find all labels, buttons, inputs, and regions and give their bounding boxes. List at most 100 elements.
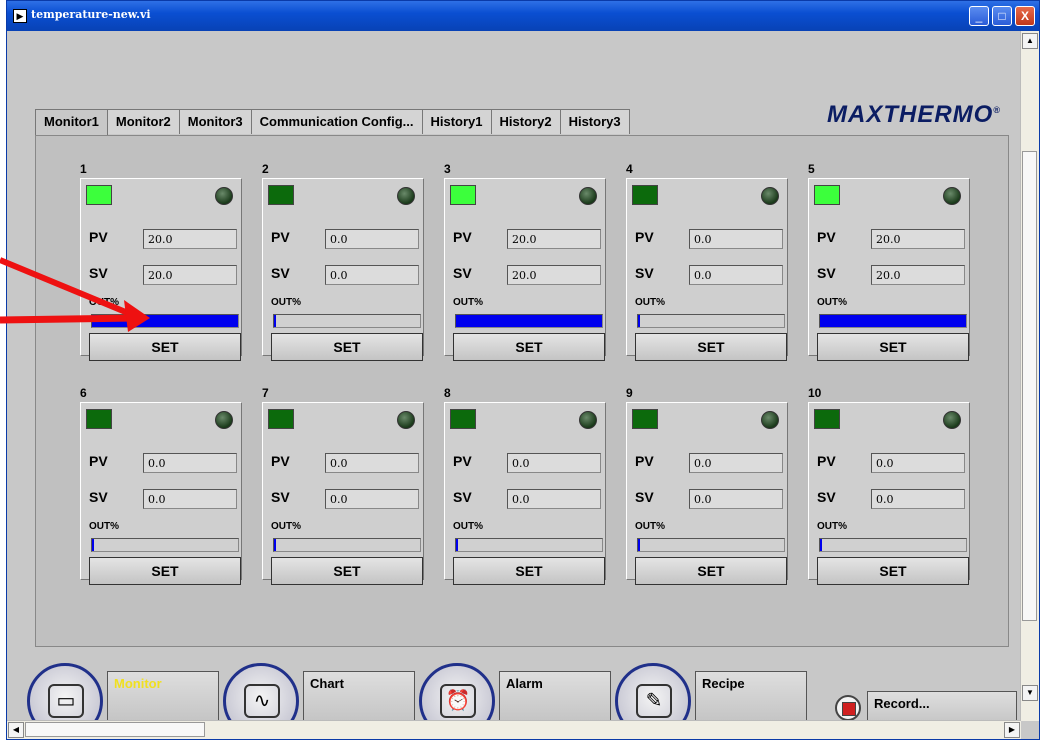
minimize-button[interactable]: _ xyxy=(969,6,989,26)
sv-label: SV xyxy=(271,489,290,505)
alarm-led-icon xyxy=(215,187,233,205)
sv-value-field[interactable]: 20.0 xyxy=(871,265,965,285)
run-status-indicator xyxy=(450,409,476,429)
tab-communication-config[interactable]: Communication Config... xyxy=(250,109,423,134)
controller-number: 7 xyxy=(262,386,269,400)
run-status-indicator xyxy=(268,185,294,205)
controller-number: 1 xyxy=(80,162,87,176)
pv-value-field: 20.0 xyxy=(871,229,965,249)
output-percent-bar xyxy=(819,538,967,552)
close-button[interactable]: X xyxy=(1015,6,1035,26)
title-bar[interactable]: ▶ temperature-new.vi _ □ X xyxy=(7,1,1039,31)
set-button[interactable]: SET xyxy=(635,557,787,585)
out-percent-label: OUT% xyxy=(817,297,847,308)
controller-10: 10 PV 0.0 SV 0.0 OUT% SET xyxy=(808,386,970,585)
alarm-led-icon xyxy=(397,411,415,429)
tab-monitor3[interactable]: Monitor3 xyxy=(178,109,252,134)
output-bar-fill xyxy=(456,539,458,551)
controller-6: 6 PV 0.0 SV 0.0 OUT% SET xyxy=(80,386,242,585)
run-status-indicator xyxy=(632,185,658,205)
output-percent-bar xyxy=(273,538,421,552)
horizontal-scrollbar[interactable]: ◀ ▶ xyxy=(7,720,1021,739)
set-button[interactable]: SET xyxy=(453,333,605,361)
sv-value-field[interactable]: 0.0 xyxy=(871,489,965,509)
output-bar-fill xyxy=(638,315,640,327)
output-percent-bar xyxy=(819,314,967,328)
scroll-down-arrow-icon[interactable]: ▼ xyxy=(1022,685,1038,701)
controller-card: PV 0.0 SV 0.0 OUT% SET xyxy=(262,402,424,585)
alarm-led-icon xyxy=(943,411,961,429)
run-status-indicator xyxy=(814,185,840,205)
set-button[interactable]: SET xyxy=(89,557,241,585)
sv-label: SV xyxy=(635,265,654,281)
sv-value-field[interactable]: 0.0 xyxy=(325,265,419,285)
out-percent-label: OUT% xyxy=(271,521,301,532)
controller-4: 4 PV 0.0 SV 0.0 OUT% SET xyxy=(626,162,788,361)
maximize-button[interactable]: □ xyxy=(992,6,1012,26)
output-percent-bar xyxy=(637,314,785,328)
monitor1-tab-panel: 1 PV 20.0 SV 20.0 OUT% SET 2 PV 0.0 SV 0.0 OUT% SET 3 P… xyxy=(35,135,1009,647)
scroll-right-arrow-icon[interactable]: ▶ xyxy=(1004,722,1020,738)
controller-8: 8 PV 0.0 SV 0.0 OUT% SET xyxy=(444,386,606,585)
tab-history3[interactable]: History3 xyxy=(559,109,630,134)
vertical-scrollbar[interactable]: ▲ ▼ xyxy=(1020,31,1039,721)
vi-front-panel: Monitor1 Monitor2 Monitor3 Communication Co… xyxy=(7,31,1021,739)
set-button[interactable]: SET xyxy=(635,333,787,361)
pv-label: PV xyxy=(817,229,836,245)
set-button[interactable]: SET xyxy=(817,557,969,585)
scroll-up-arrow-icon[interactable]: ▲ xyxy=(1022,33,1038,49)
sv-value-field[interactable]: 0.0 xyxy=(689,489,783,509)
controller-card: PV 0.0 SV 0.0 OUT% SET xyxy=(808,402,970,585)
sv-label: SV xyxy=(635,489,654,505)
output-bar-fill xyxy=(274,539,276,551)
set-button[interactable]: SET xyxy=(271,557,423,585)
run-status-indicator xyxy=(86,409,112,429)
scroll-left-arrow-icon[interactable]: ◀ xyxy=(8,722,24,738)
set-button[interactable]: SET xyxy=(453,557,605,585)
tab-history2[interactable]: History2 xyxy=(490,109,561,134)
tab-monitor1[interactable]: Monitor1 xyxy=(35,109,108,137)
sv-value-field[interactable]: 20.0 xyxy=(507,265,601,285)
output-percent-bar xyxy=(637,538,785,552)
sv-label: SV xyxy=(271,265,290,281)
vertical-scroll-thumb[interactable] xyxy=(1022,151,1037,621)
output-percent-bar xyxy=(455,538,603,552)
sv-label: SV xyxy=(817,489,836,505)
sv-value-field[interactable]: 20.0 xyxy=(143,265,237,285)
controller-card: PV 0.0 SV 0.0 OUT% SET xyxy=(262,178,424,361)
output-bar-fill xyxy=(92,539,94,551)
set-button[interactable]: SET xyxy=(817,333,969,361)
out-percent-label: OUT% xyxy=(89,297,119,308)
pv-label: PV xyxy=(453,453,472,469)
set-button[interactable]: SET xyxy=(89,333,241,361)
sv-label: SV xyxy=(89,265,108,281)
output-bar-fill xyxy=(92,315,238,327)
out-percent-label: OUT% xyxy=(453,297,483,308)
pv-label: PV xyxy=(271,229,290,245)
sv-value-field[interactable]: 0.0 xyxy=(689,265,783,285)
controller-card: PV 20.0 SV 20.0 OUT% SET xyxy=(444,178,606,361)
sv-value-field[interactable]: 0.0 xyxy=(325,489,419,509)
horizontal-scroll-thumb[interactable] xyxy=(25,722,205,737)
controller-number: 2 xyxy=(262,162,269,176)
out-percent-label: OUT% xyxy=(635,521,665,532)
set-button[interactable]: SET xyxy=(271,333,423,361)
tab-monitor2[interactable]: Monitor2 xyxy=(106,109,180,134)
window-title: temperature-new.vi xyxy=(31,8,151,21)
tab-bar: Monitor1 Monitor2 Monitor3 Communication Co… xyxy=(35,109,630,137)
output-percent-bar xyxy=(273,314,421,328)
sv-value-field[interactable]: 0.0 xyxy=(143,489,237,509)
output-bar-fill xyxy=(638,539,640,551)
pv-value-field: 0.0 xyxy=(689,453,783,473)
controller-5: 5 PV 20.0 SV 20.0 OUT% SET xyxy=(808,162,970,361)
vi-app-icon: ▶ xyxy=(13,9,27,23)
tab-history1[interactable]: History1 xyxy=(421,109,492,134)
alarm-led-icon xyxy=(397,187,415,205)
pv-value-field: 0.0 xyxy=(871,453,965,473)
sv-value-field[interactable]: 0.0 xyxy=(507,489,601,509)
controller-card: PV 0.0 SV 0.0 OUT% SET xyxy=(626,178,788,361)
controller-1: 1 PV 20.0 SV 20.0 OUT% SET xyxy=(80,162,242,361)
controller-number: 10 xyxy=(808,386,822,400)
controller-number: 3 xyxy=(444,162,451,176)
sv-label: SV xyxy=(453,265,472,281)
